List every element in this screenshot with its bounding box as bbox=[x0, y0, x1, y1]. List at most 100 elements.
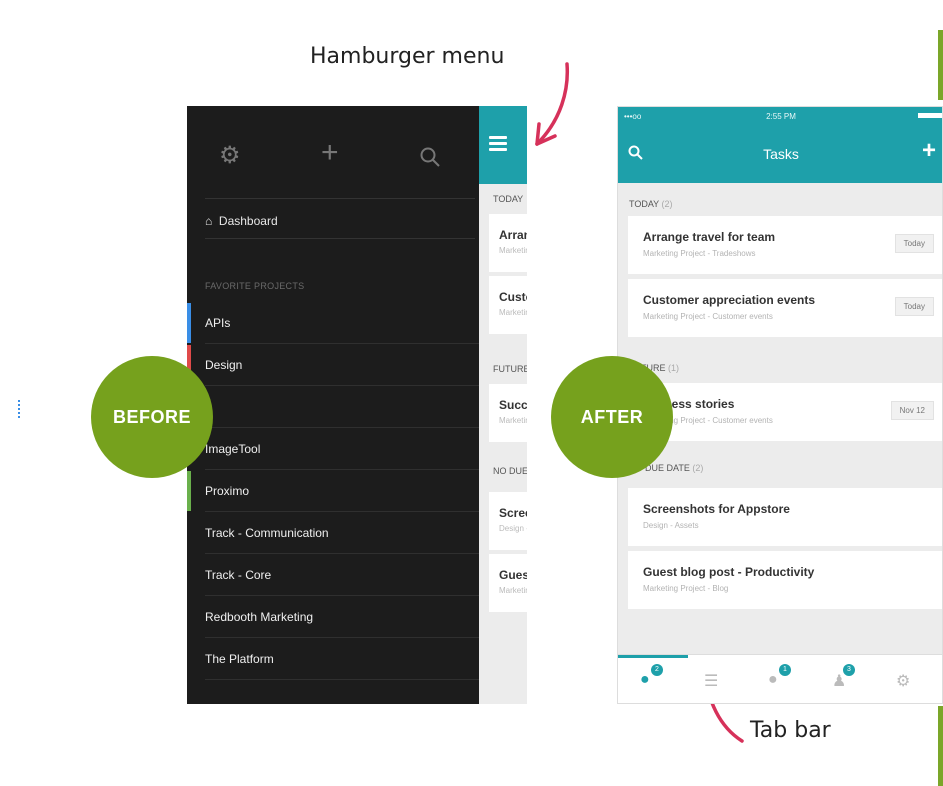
hamburger-menu-icon[interactable] bbox=[489, 136, 507, 151]
sidebar-item-label: Track - Core bbox=[205, 568, 272, 582]
sidebar-item-project[interactable] bbox=[205, 386, 479, 428]
task-project: Marketing Project - Tradeshows bbox=[499, 246, 527, 255]
tasks-icon: ● bbox=[640, 671, 650, 688]
hamburger-menu-annotation: Hamburger menu bbox=[310, 44, 505, 69]
task-project: Marketing Project - Customer events bbox=[499, 308, 527, 317]
before-badge: BEFORE bbox=[91, 356, 213, 478]
task-title: Guest blog post - Productivity bbox=[499, 568, 527, 582]
section-header: TODAY bbox=[493, 194, 524, 204]
divider bbox=[205, 198, 475, 199]
tab-settings[interactable]: ⚙ bbox=[896, 671, 910, 691]
task-project: Marketing Project - Customer events bbox=[499, 416, 527, 425]
tab-count-badge: 3 bbox=[843, 664, 855, 676]
section-count: (2) bbox=[661, 199, 673, 209]
task-title: Customer appreciation events bbox=[499, 290, 527, 304]
due-date-badge: Today bbox=[894, 297, 934, 316]
before-screen: ⚙ + ⌂ Dashboard FAVORITE PROJECTS APIs De… bbox=[187, 106, 527, 704]
sidebar-item-label: Track - Communication bbox=[205, 526, 329, 540]
task-card[interactable]: Success storiesMarketing Project - Custo… bbox=[628, 383, 942, 441]
active-tab-indicator bbox=[618, 655, 688, 658]
panel-header bbox=[479, 106, 527, 184]
tab-bar: ● 2 ☰ ● 1 ♟ 3 ⚙ bbox=[618, 654, 942, 703]
task-project: Marketing Project - Blog bbox=[499, 586, 527, 595]
due-date-badge: Nov 12 bbox=[890, 401, 934, 420]
task-title: Customer appreciation events bbox=[643, 293, 816, 307]
section-header: FUTURE bbox=[493, 364, 527, 374]
green-edge-top bbox=[938, 30, 943, 100]
task-project: Marketing Project - Blog bbox=[643, 584, 729, 593]
sidebar-item-label: The Platform bbox=[205, 652, 274, 666]
plus-icon[interactable]: + bbox=[321, 138, 339, 168]
task-title: Guest blog post - Productivity bbox=[643, 565, 815, 579]
task-card[interactable]: Arrange travel for team Marketing Project… bbox=[489, 214, 527, 272]
section-count: (2) bbox=[692, 463, 704, 473]
sidebar-item-project[interactable]: Proximo bbox=[205, 470, 479, 512]
sidebar-item-project[interactable]: Track - Communication bbox=[205, 512, 479, 554]
task-card[interactable]: Success stories Marketing Project - Custo… bbox=[489, 384, 527, 442]
battery-icon bbox=[918, 113, 942, 118]
section-header: NO DUE DATE bbox=[493, 466, 527, 476]
sidebar-item-label: APIs bbox=[205, 316, 231, 330]
home-icon: ⌂ bbox=[205, 214, 213, 228]
list-icon: ☰ bbox=[704, 673, 719, 690]
notifications-icon: ♟ bbox=[832, 673, 847, 690]
conversations-icon: ● bbox=[768, 671, 778, 688]
tab-bar-annotation: Tab bar bbox=[750, 718, 831, 743]
tab-tasks[interactable]: ● 2 bbox=[640, 664, 663, 689]
add-task-icon[interactable]: + bbox=[922, 137, 936, 165]
search-icon[interactable] bbox=[419, 146, 441, 168]
page-title: Tasks bbox=[763, 146, 799, 162]
task-card[interactable]: Screenshots for Appstore Design - Assets bbox=[489, 492, 527, 550]
task-card[interactable]: Customer appreciation events Marketing Pr… bbox=[489, 276, 527, 334]
tab-count-badge: 2 bbox=[651, 664, 663, 676]
task-project: Marketing Project - Customer events bbox=[643, 312, 773, 321]
task-card[interactable]: Guest blog post - Productivity Marketing … bbox=[628, 551, 942, 609]
gear-icon[interactable]: ⚙ bbox=[219, 144, 241, 168]
tasks-panel-preview: TODAY Arrange travel for team Marketing Pr… bbox=[479, 106, 527, 704]
status-time: 2:55 PM bbox=[766, 112, 796, 121]
task-card[interactable]: Guest blog post - Productivity Marketing … bbox=[489, 554, 527, 612]
task-title: Arrange travel for team bbox=[499, 228, 527, 242]
task-card[interactable]: Arrange travel for team Marketing Project… bbox=[628, 216, 942, 274]
settings-icon: ⚙ bbox=[896, 673, 911, 690]
tab-list[interactable]: ☰ bbox=[704, 671, 718, 691]
app-header: •••oo 2:55 PM Tasks + bbox=[618, 107, 942, 183]
after-badge: AFTER bbox=[551, 356, 673, 478]
sidebar-item-label: Proximo bbox=[205, 484, 250, 498]
sidebar-item-label: Design bbox=[205, 358, 243, 372]
task-title: Screenshots for Appstore bbox=[499, 506, 527, 520]
edge-marker bbox=[18, 400, 23, 418]
tab-conversations[interactable]: ● 1 bbox=[768, 664, 791, 689]
section-count: (1) bbox=[668, 363, 680, 373]
sidebar-item-project[interactable]: Design bbox=[205, 344, 479, 386]
task-project: Design - Assets bbox=[643, 521, 699, 530]
sidebar-item-project[interactable]: ImageTool bbox=[205, 428, 479, 470]
sidebar-item-project[interactable]: The Platform bbox=[205, 638, 479, 680]
sidebar-item-project[interactable]: Track - Core bbox=[205, 554, 479, 596]
divider bbox=[205, 238, 475, 239]
sidebar-item-project[interactable]: APIs bbox=[205, 302, 479, 344]
project-color-bar bbox=[187, 471, 191, 511]
task-title: Arrange travel for team bbox=[643, 230, 776, 244]
sidebar-item-label: Redbooth Marketing bbox=[205, 610, 314, 624]
task-card[interactable]: Screenshots for Appstore Design - Assets bbox=[628, 488, 942, 546]
task-title: Success stories bbox=[499, 398, 527, 412]
due-date-badge: Today bbox=[894, 234, 934, 253]
sidebar-item-label: Dashboard bbox=[218, 214, 278, 228]
section-name: TODAY bbox=[629, 199, 660, 209]
tab-count-badge: 1 bbox=[779, 664, 791, 676]
task-title: Screenshots for Appstore bbox=[643, 502, 790, 516]
task-card[interactable]: Customer appreciation events Marketing Pr… bbox=[628, 279, 942, 337]
section-header: TODAY (2) bbox=[629, 199, 673, 209]
task-project: Design - Assets bbox=[499, 524, 527, 533]
project-color-bar bbox=[187, 303, 191, 343]
tab-notifications[interactable]: ♟ 3 bbox=[832, 664, 855, 691]
sidebar-toolbar: ⚙ + bbox=[187, 106, 479, 198]
task-project: Marketing Project - Tradeshows bbox=[643, 249, 756, 258]
favorite-projects-heading: FAVORITE PROJECTS bbox=[205, 281, 305, 291]
sidebar-item-label: ImageTool bbox=[205, 442, 261, 456]
sidebar-item-project[interactable]: Redbooth Marketing bbox=[205, 596, 479, 638]
hamburger-arrow bbox=[535, 62, 570, 146]
green-edge-bottom bbox=[938, 706, 943, 786]
sidebar-item-dashboard[interactable]: ⌂ Dashboard bbox=[205, 214, 278, 228]
